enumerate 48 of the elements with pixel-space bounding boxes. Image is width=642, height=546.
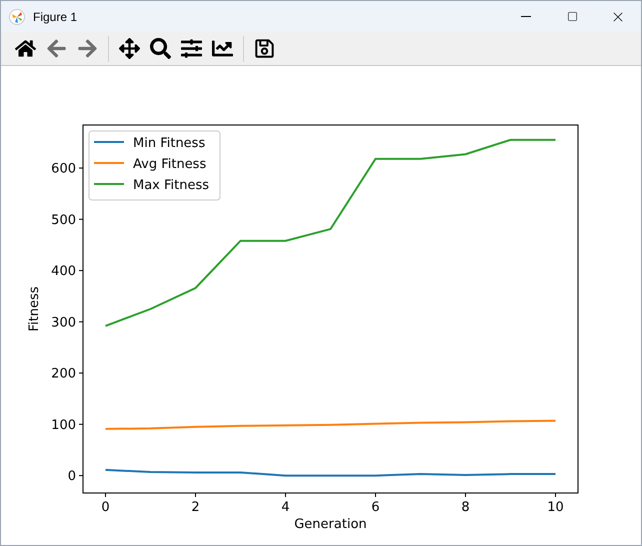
move-icon: [119, 38, 140, 59]
tick-mark: [78, 321, 84, 322]
tick-mark: [285, 492, 286, 498]
app-logo-icon: [9, 8, 25, 24]
legend-label: Max Fitness: [133, 178, 210, 193]
search-icon: [150, 38, 171, 59]
legend-label: Avg Fitness: [133, 157, 206, 172]
legend-line: [94, 141, 124, 143]
y-tick-label: 400: [51, 264, 76, 280]
y-tick-label: 300: [51, 315, 76, 330]
x-tick-label: 0: [101, 500, 110, 515]
window-title: Figure 1: [33, 8, 78, 26]
x-tick-label: 10: [547, 500, 564, 515]
y-tick-label: 600: [51, 162, 76, 177]
forward-arrow-icon: [77, 38, 98, 59]
sliders-icon: [181, 38, 202, 59]
tick-mark: [78, 218, 84, 220]
tick-mark: [78, 372, 84, 374]
legend-label: Min Fitness: [133, 136, 206, 151]
tick-mark: [78, 475, 84, 476]
y-tick-label: 500: [51, 212, 76, 228]
tick-mark: [78, 424, 84, 425]
tick-mark: [78, 270, 84, 272]
tick-mark: [105, 492, 106, 498]
y-axis-label: Fitness: [27, 286, 42, 332]
line-chart-icon: [212, 38, 233, 59]
x-axis-label: Generation: [294, 517, 367, 532]
search-button[interactable]: [148, 36, 173, 62]
home-icon: [15, 38, 36, 59]
x-tick-label: 4: [281, 500, 290, 515]
maximize-icon: [566, 11, 578, 22]
save-icon: [254, 38, 275, 59]
tick-mark: [195, 492, 196, 498]
y-tick-label: 100: [51, 418, 76, 433]
tick-mark: [78, 168, 84, 169]
tick-mark: [375, 492, 376, 498]
legend-line: [94, 162, 124, 164]
back-arrow-icon: [46, 38, 67, 59]
tick-mark: [555, 492, 556, 498]
x-tick-label: 6: [371, 500, 380, 515]
move-button[interactable]: [117, 36, 142, 62]
x-tick-label: 8: [461, 500, 470, 515]
y-tick-label: 200: [51, 366, 76, 382]
minimize-icon: [521, 16, 531, 17]
y-tick-label: 0: [68, 469, 76, 484]
tick-mark: [465, 492, 466, 498]
x-tick-label: 2: [191, 500, 200, 515]
legend-line: [94, 183, 124, 185]
